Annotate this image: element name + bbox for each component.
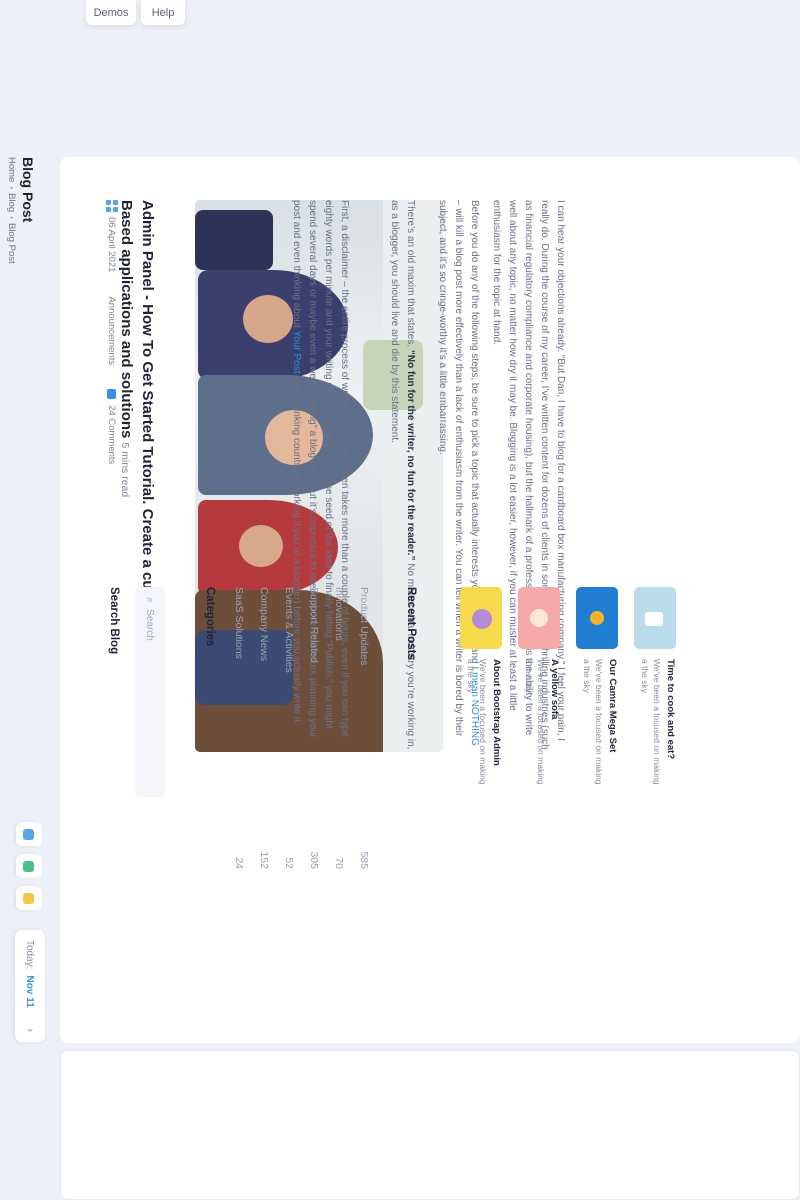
- recent-post-thumbnail: [634, 587, 676, 649]
- search-icon: ⌕: [144, 597, 157, 604]
- your-post-link[interactable]: Your Post: [291, 331, 302, 374]
- categories-title: Categories: [204, 587, 216, 647]
- recent-post-desc: We’ve been a focused on making a the sky: [524, 659, 546, 785]
- p2-quote: “No fun for the writer, no fun for the r…: [405, 349, 416, 561]
- recent-post-title: Time to cook and eat?: [665, 659, 676, 760]
- recent-post-item[interactable]: About Bootstrap Admin We’ve been a focuse…: [440, 587, 502, 869]
- category-name: SaaS Solutions: [233, 587, 245, 659]
- search-input[interactable]: ⌕ Search: [135, 587, 165, 797]
- search-blog-title: Search Blog: [108, 587, 120, 655]
- screen: Demos Help Blog Post Home • Blog • Blog …: [0, 0, 800, 1200]
- recent-post-desc: We’ve been a focused on making a the sky: [640, 659, 662, 785]
- secondary-card: [60, 1050, 800, 1200]
- add-icon-button[interactable]: [16, 854, 42, 878]
- category-item[interactable]: Product Updates 585: [358, 587, 370, 869]
- recent-post-thumbnail: [460, 587, 502, 649]
- category-name: Innovations: [333, 587, 345, 641]
- category-count: 152: [258, 851, 270, 869]
- category-count: 24: [233, 857, 245, 869]
- rotated-page: Blog Post Home • Blog • Blog Post Today:…: [0, 0, 800, 1200]
- recent-post-desc: We’ve been a focused on making a the sky: [582, 659, 604, 785]
- category-name: Company News: [258, 587, 270, 662]
- breadcrumb-blog[interactable]: Blog: [6, 193, 17, 212]
- recent-post-thumbnail: [518, 587, 560, 649]
- breadcrumb-current: Blog Post: [6, 222, 17, 264]
- recent-post-desc: We’ve been a focused on making a the sky: [466, 659, 488, 785]
- breadcrumb-separator: •: [7, 186, 16, 190]
- category-count: 305: [308, 851, 320, 869]
- recent-post-thumbnail: [576, 587, 618, 649]
- page-title: Blog Post: [20, 157, 36, 223]
- search-placeholder: Search: [144, 609, 156, 641]
- category-count: 585: [358, 851, 370, 869]
- category-item[interactable]: Support Related 305: [308, 587, 320, 869]
- read-time: 5 mins read: [119, 442, 131, 498]
- post-paragraph-2: There’s an old maxim that states, “No fu…: [386, 200, 418, 752]
- today-label: Today:: [24, 940, 36, 970]
- category-item[interactable]: SaaS Solutions 24: [233, 587, 245, 869]
- recent-post-item[interactable]: A yellow sofa We’ve been a focused on mak…: [498, 587, 560, 869]
- chevron-right-icon: ›: [24, 1028, 36, 1032]
- refresh-icon-button[interactable]: [16, 822, 42, 846]
- breadcrumb-separator: •: [7, 216, 16, 219]
- today-date: Nov 11: [24, 975, 36, 1008]
- breadcrumb-home[interactable]: Home: [6, 157, 17, 182]
- category-count: 52: [283, 857, 295, 869]
- category-name: Support Related: [308, 587, 320, 663]
- category-name: Product Updates: [358, 587, 370, 666]
- recent-post-item[interactable]: Our Camra Mega Set We’ve been a focused o…: [556, 587, 618, 869]
- p2-start: There’s an old maxim that states,: [405, 200, 416, 348]
- breadcrumb: Home • Blog • Blog Post: [6, 157, 17, 264]
- category-count: 70: [333, 857, 345, 869]
- recent-posts-title: Recent Posts: [405, 587, 417, 660]
- category-item[interactable]: Company News 152: [258, 587, 270, 869]
- recent-post-item[interactable]: Time to cook and eat? We’ve been a focuse…: [614, 587, 676, 869]
- category-name: Events & Activities: [283, 587, 295, 673]
- today-date-picker[interactable]: Today: Nov 11 ›: [15, 930, 45, 1042]
- category-item[interactable]: Events & Activities 52: [283, 587, 295, 869]
- folder-icon-button[interactable]: [16, 886, 42, 910]
- category-item[interactable]: Innovations 70: [333, 587, 345, 869]
